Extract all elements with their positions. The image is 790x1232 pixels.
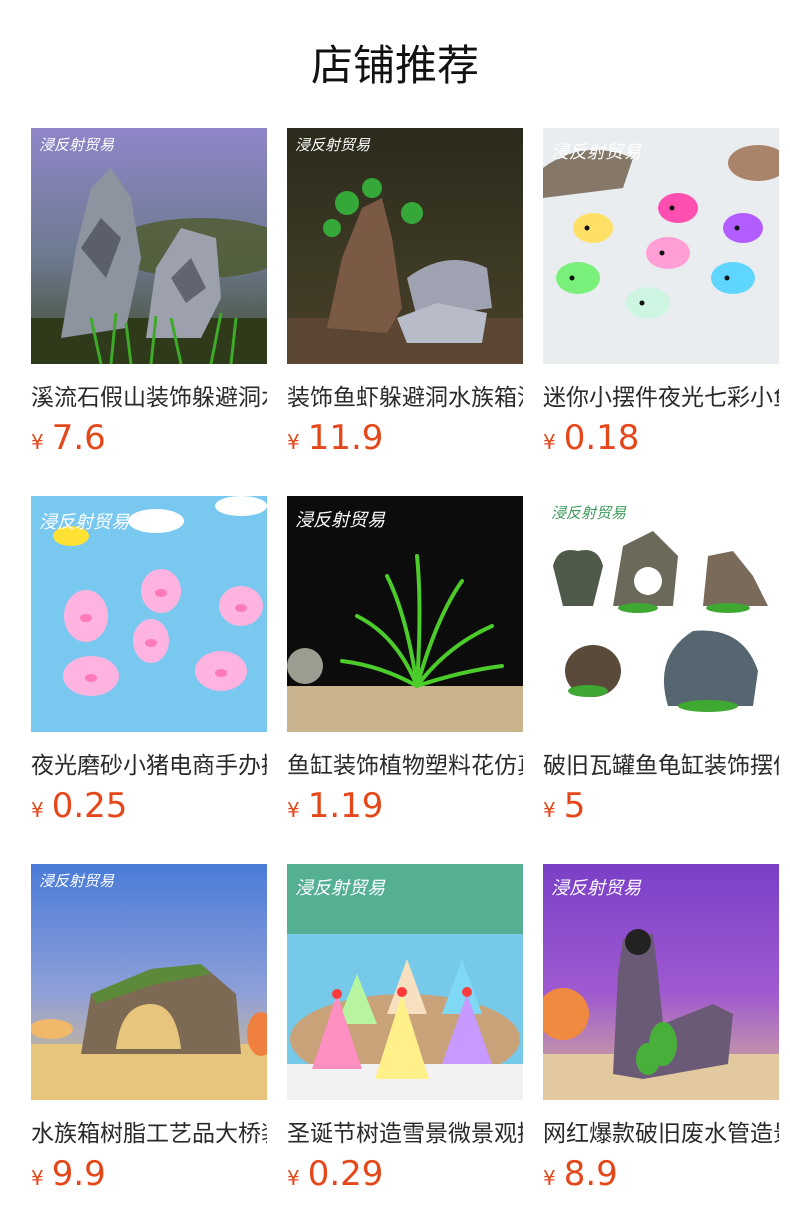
product-name[interactable]: 装饰鱼虾躲避洞水族箱沉木造景 bbox=[287, 380, 523, 416]
product-name[interactable]: 夜光磨砂小猪电商手办摆件 bbox=[31, 748, 267, 784]
product-price: ¥0.29 bbox=[287, 1154, 383, 1194]
product-card[interactable]: 浸反射贸易 水族箱树脂工艺品大桥装饰 ¥9.9 bbox=[31, 864, 267, 1194]
rock-mountain-aquascape-image[interactable]: 浸反射贸易 bbox=[31, 128, 267, 364]
product-name[interactable]: 网红爆款破旧废水管造景 bbox=[543, 1116, 779, 1152]
resin-bridge-decor-image[interactable]: 浸反射贸易 bbox=[31, 864, 267, 1100]
page-title: 店铺推荐 bbox=[310, 41, 479, 90]
currency-symbol: ¥ bbox=[287, 798, 300, 822]
brand-watermark: 浸反射贸易 bbox=[39, 136, 115, 154]
currency-symbol: ¥ bbox=[543, 1166, 556, 1190]
price-amount: 11.9 bbox=[307, 418, 384, 458]
product-name[interactable]: 溪流石假山装饰躲避洞水族箱造景 bbox=[31, 380, 267, 416]
product-price: ¥7.6 bbox=[31, 418, 106, 458]
product-card[interactable]: 浸反射贸易 装饰鱼虾躲避洞水族箱沉木造景 ¥11.9 bbox=[287, 128, 523, 458]
product-name[interactable]: 破旧瓦罐鱼龟缸装饰摆件 bbox=[543, 748, 779, 784]
brand-watermark: 浸反射贸易 bbox=[39, 512, 130, 533]
brand-watermark: 浸反射贸易 bbox=[551, 142, 642, 163]
price-amount: 0.25 bbox=[51, 786, 128, 826]
product-card[interactable]: 浸反射贸易 鱼缸装饰植物塑料花仿真水草 ¥1.19 bbox=[287, 496, 523, 826]
currency-symbol: ¥ bbox=[31, 430, 44, 454]
product-card[interactable]: 浸反射贸易 破旧瓦罐鱼龟缸装饰摆件 ¥5 bbox=[543, 496, 779, 826]
product-price: ¥11.9 bbox=[287, 418, 383, 458]
price-amount: 8.9 bbox=[563, 1154, 618, 1194]
product-price: ¥0.18 bbox=[543, 418, 639, 458]
price-amount: 0.29 bbox=[307, 1154, 384, 1194]
currency-symbol: ¥ bbox=[543, 798, 556, 822]
currency-symbol: ¥ bbox=[287, 1166, 300, 1190]
currency-symbol: ¥ bbox=[31, 798, 44, 822]
product-card[interactable]: 浸反射贸易 网红爆款破旧废水管造景 ¥8.9 bbox=[543, 864, 779, 1194]
product-card[interactable]: 浸反射贸易 夜光磨砂小猪电商手办摆件 ¥0.25 bbox=[31, 496, 267, 826]
glow-fish-figurines-image[interactable]: 浸反射贸易 bbox=[543, 128, 779, 364]
brand-watermark: 浸反射贸易 bbox=[295, 510, 386, 531]
product-name[interactable]: 鱼缸装饰植物塑料花仿真水草 bbox=[287, 748, 523, 784]
product-price: ¥0.25 bbox=[31, 786, 127, 826]
price-amount: 7.6 bbox=[51, 418, 106, 458]
brand-watermark: 浸反射贸易 bbox=[551, 878, 642, 899]
price-amount: 9.9 bbox=[51, 1154, 106, 1194]
currency-symbol: ¥ bbox=[543, 430, 556, 454]
product-price: ¥8.9 bbox=[543, 1154, 618, 1194]
product-price: ¥1.19 bbox=[287, 786, 383, 826]
artificial-aquarium-plant-image[interactable]: 浸反射贸易 bbox=[287, 496, 523, 732]
price-amount: 5 bbox=[563, 786, 586, 826]
product-name[interactable]: 水族箱树脂工艺品大桥装饰 bbox=[31, 1116, 267, 1152]
product-name[interactable]: 迷你小摆件夜光七彩小鱼 bbox=[543, 380, 779, 416]
product-card[interactable]: 浸反射贸易 溪流石假山装饰躲避洞水族箱造景 ¥7.6 bbox=[31, 128, 267, 458]
christmas-tree-figurines-image[interactable]: 浸反射贸易 bbox=[287, 864, 523, 1100]
brand-watermark: 浸反射贸易 bbox=[551, 504, 627, 522]
product-price: ¥5 bbox=[543, 786, 585, 826]
product-card[interactable]: 浸反射贸易 圣诞节树造雪景微景观摆件 ¥0.29 bbox=[287, 864, 523, 1194]
currency-symbol: ¥ bbox=[287, 430, 300, 454]
price-amount: 0.18 bbox=[563, 418, 640, 458]
product-card[interactable]: 浸反射贸易 迷你小摆件夜光七彩小鱼 ¥0.18 bbox=[543, 128, 779, 458]
brand-watermark: 浸反射贸易 bbox=[295, 878, 386, 899]
glow-pig-figurines-image[interactable]: 浸反射贸易 bbox=[31, 496, 267, 732]
product-name[interactable]: 圣诞节树造雪景微景观摆件 bbox=[287, 1116, 523, 1152]
product-price: ¥9.9 bbox=[31, 1154, 106, 1194]
driftwood-cave-decor-image[interactable]: 浸反射贸易 bbox=[287, 128, 523, 364]
old-pipe-decor-image[interactable]: 浸反射贸易 bbox=[543, 864, 779, 1100]
price-amount: 1.19 bbox=[307, 786, 384, 826]
brand-watermark: 浸反射贸易 bbox=[39, 872, 115, 890]
currency-symbol: ¥ bbox=[31, 1166, 44, 1190]
brand-watermark: 浸反射贸易 bbox=[295, 136, 371, 154]
broken-pottery-decor-image[interactable]: 浸反射贸易 bbox=[543, 496, 779, 732]
